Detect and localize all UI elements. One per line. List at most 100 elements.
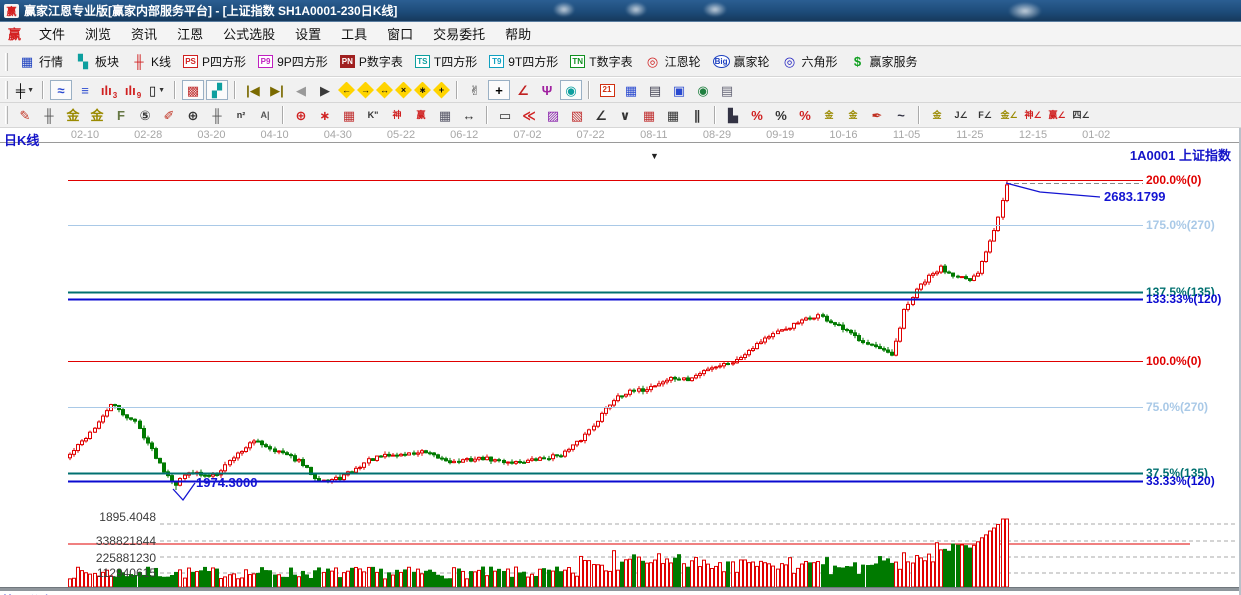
candle-body [286,453,289,455]
pattern-red-button[interactable]: ▩ [182,80,204,100]
zoom-cross-button[interactable]: × [395,82,412,99]
page-next-button[interactable]: ▶ [314,80,336,100]
p-table-button[interactable]: PNP数字表 [334,50,409,73]
star-box-button[interactable]: ∗ [314,105,336,125]
zoom-right-button[interactable]: → [357,82,374,99]
gann-wheel-button[interactable]: ◎江恩轮 [639,50,707,73]
chart-canvas[interactable] [0,128,1241,595]
page-prev-button[interactable]: ◀ [290,80,312,100]
grid-red-button[interactable]: ▦ [638,105,660,125]
n-square-button[interactable]: n² [230,105,252,125]
percent-button[interactable]: % [770,105,792,125]
fan-red-button[interactable]: ≪ [518,105,540,125]
sectors-button[interactable]: ▚板块 [69,50,125,73]
menu-item-5[interactable]: 公式选股 [213,22,285,45]
shen-angle-button[interactable]: 神∠ [1022,105,1044,125]
menu-item-6[interactable]: 设置 [285,22,331,45]
grid-123-button[interactable]: ▦ [434,105,456,125]
profile-bars-button[interactable]: ▙ [722,105,744,125]
9t-square-button[interactable]: T99T四方形 [483,50,564,73]
span-arrow-button[interactable]: ↔ [458,105,480,125]
calculator-button[interactable]: ▦ [620,80,642,100]
merge-9-button[interactable]: ılı9 [122,80,144,100]
gold-circle-button[interactable]: 金 [818,105,840,125]
9p-square-button[interactable]: P99P四方形 [252,50,334,73]
capture-button[interactable]: ▤ [716,80,738,100]
gold-grid-2-button[interactable]: 金 [86,105,108,125]
target-red-button[interactable]: ⊕ [290,105,312,125]
menu-item-2[interactable]: 浏览 [75,22,121,45]
wave-tool-button[interactable]: ◉ [560,80,582,100]
percent-red-button[interactable]: % [794,105,816,125]
menu-item-3[interactable]: 资讯 [121,22,167,45]
grid-ticks-button[interactable]: ╫ [38,105,60,125]
tick-ruler-button[interactable]: ╫ [206,105,228,125]
j-angle-button[interactable]: J∠ [950,105,972,125]
wave-line-button[interactable]: ~ [890,105,912,125]
shen-tool-button[interactable]: 神 [386,105,408,125]
fan-box-red-button[interactable]: ▧ [566,105,588,125]
t-table-button[interactable]: TNT数字表 [564,50,638,73]
menu-item-8[interactable]: 窗口 [377,22,423,45]
time-circle-button[interactable]: ⊕ [182,105,204,125]
quotes-button[interactable]: ▦行情 [13,50,69,73]
net-save-button[interactable]: ◉ [692,80,714,100]
crosshair-tool-button[interactable]: + [488,80,510,100]
volume-profile-button[interactable]: ▞ [206,80,228,100]
merge-3-button[interactable]: ılı3 [98,80,120,100]
fan-box-purple-button[interactable]: ▨ [542,105,564,125]
angle-lines-button[interactable]: ∠ [590,105,612,125]
gann-fork-button[interactable]: Ψ [536,80,558,100]
grid-axis-button[interactable]: ▦ [662,105,684,125]
zoom-plus-button[interactable]: + [433,82,450,99]
hand-tool-button[interactable]: ✌ [464,80,486,100]
mirror-a-button[interactable]: A| [254,105,276,125]
menu-item-4[interactable]: 江恩 [167,22,213,45]
volume-bar [294,575,297,587]
save-button[interactable]: ▣ [668,80,690,100]
volume-bar [838,568,841,587]
winner-wheel-button[interactable]: Big赢家轮 [707,50,776,73]
candle-style-button[interactable]: ▯▼ [146,80,168,100]
p-square-button[interactable]: PSP四方形 [177,50,252,73]
menu-item-1[interactable]: 文件 [29,22,75,45]
percent-line-button[interactable]: % [746,105,768,125]
gold-grid-1-button[interactable]: 金 [62,105,84,125]
gold-angle-base-button[interactable]: 金 [926,105,948,125]
parallel-lines-button[interactable]: ∥ [686,105,708,125]
chart-pattern-button[interactable]: ≈ [50,80,72,100]
menu-item-10[interactable]: 帮助 [495,22,541,45]
t-square-button[interactable]: TST四方形 [409,50,483,73]
calendar-button[interactable]: 21 [596,80,618,100]
period-selector-button[interactable]: ╪▼ [14,80,36,100]
zigzag-button[interactable]: ∨ [614,105,636,125]
ying-tool-button[interactable]: 赢 [410,105,432,125]
si-angle-button[interactable]: 四∠ [1070,105,1092,125]
f10-info-button[interactable]: ≡ [74,80,96,100]
go-last-button[interactable]: ▶| [266,80,288,100]
k-mark-button[interactable]: K" [362,105,384,125]
brush-red-button[interactable]: ✒ [866,105,888,125]
menu-item-9[interactable]: 交易委托 [423,22,495,45]
spiral-5-button[interactable]: ⑤ [134,105,156,125]
go-first-button[interactable]: |◀ [242,80,264,100]
pencil-grid-button[interactable]: ✐ [158,105,180,125]
kline-button[interactable]: ╫K线 [125,50,177,73]
draw-pencil-button[interactable]: ✎ [14,105,36,125]
f-grid-button[interactable]: F [110,105,132,125]
zoom-star-button[interactable]: ∗ [414,82,431,99]
notepad-button[interactable]: ▤ [644,80,666,100]
grid-target-button[interactable]: ▦ [338,105,360,125]
ying-angle-button[interactable]: 赢∠ [1046,105,1068,125]
f-angle-button[interactable]: F∠ [974,105,996,125]
zoom-horizontal-button[interactable]: ↔ [376,82,393,99]
gold-lines-button[interactable]: 金 [842,105,864,125]
gold-angle-button[interactable]: 金∠ [998,105,1020,125]
frame-tool-button[interactable]: ▭ [494,105,516,125]
zoom-left-button[interactable]: ← [338,82,355,99]
pane-divider[interactable] [0,587,1239,591]
hexagon-button[interactable]: ◎六角形 [776,50,844,73]
menu-item-7[interactable]: 工具 [331,22,377,45]
winner-service-button[interactable]: $赢家服务 [844,50,924,73]
angle-measure-button[interactable]: ∠ [512,80,534,100]
